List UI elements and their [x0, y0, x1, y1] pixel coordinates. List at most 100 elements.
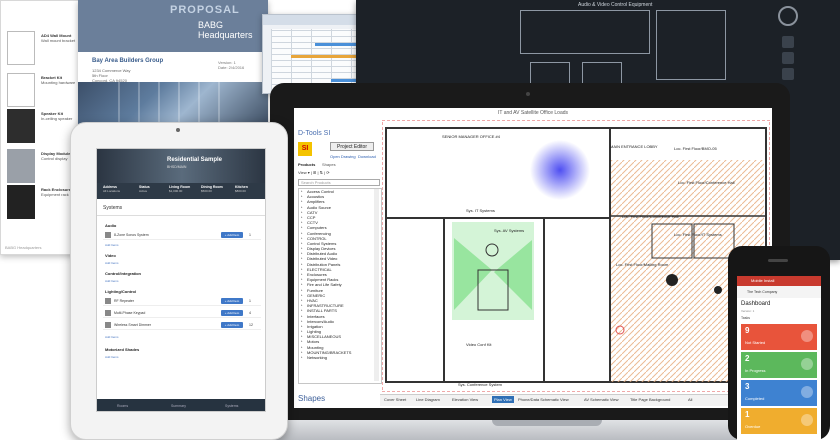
label-first-floor-mailing: Loc. First Floor/Mailing Room	[616, 262, 669, 267]
tab-cover-sheet[interactable]: Cover Sheet	[384, 397, 406, 402]
product-icon	[105, 298, 111, 304]
stat-kitchen: Kitchen $800.00	[235, 185, 248, 193]
section-video[interactable]: Video	[105, 253, 116, 258]
system-row[interactable]: Wireless Smart Dimmer + Add Item 12	[103, 321, 261, 330]
floor-plan-drawing	[382, 120, 770, 392]
add-items-link[interactable]: Add Items	[105, 335, 119, 339]
tab-elevation-view[interactable]: Elevation View	[452, 397, 478, 402]
sheet-tabs-bar[interactable]: Cover Sheet Line Diagram Elevation View …	[380, 394, 772, 406]
tile-overdue[interactable]: 1 Overdue	[741, 408, 817, 434]
tab-systems[interactable]: Systems	[225, 404, 238, 408]
tab-title-page[interactable]: Title Page Background	[630, 397, 670, 402]
floor-plan-canvas[interactable]: SENIOR MANAGER OFFICE #4 Sys. IT Systems…	[382, 120, 770, 392]
proposal-project: BABG Headquarters	[198, 20, 253, 40]
proposal-version: Version: 1 Date: 2/4/2016	[218, 60, 245, 70]
section-shades[interactable]: Motorized Shades	[105, 347, 139, 352]
open-drawing-link[interactable]: Open Drawing	[330, 154, 356, 159]
phone-screen: Mobile Install The Tech Company Dashboar…	[737, 276, 821, 440]
products-tree[interactable]: Access ControlAcousticsAmplifiersAudio S…	[298, 188, 382, 384]
catalog-row: Bracket Kit Mounting hardware	[7, 73, 83, 111]
label-entrance: MAIN ENTRANCE LOBBY	[610, 144, 658, 149]
tab-shapes[interactable]: Shapes	[322, 162, 336, 167]
pan-icon[interactable]	[782, 52, 794, 64]
systems-heading: Systems	[103, 205, 123, 211]
tab-summary[interactable]: Summary	[171, 404, 186, 408]
label-first-floor-2: Loc. First Floor/Conference Hall	[622, 214, 679, 219]
products-scrollbar[interactable]	[374, 189, 379, 381]
tab-all[interactable]: All	[688, 397, 692, 402]
proposal-address: 1234 Commerce Way 5th Floor Concord, CA 94…	[92, 68, 131, 83]
catalog-row-desc: Equipment rack	[41, 192, 69, 197]
section-audio[interactable]: Audio	[105, 223, 116, 228]
add-item-button[interactable]: + Add Item	[221, 232, 243, 238]
proposal-document: PROPOSAL BABG Headquarters Bay Area Buil…	[78, 0, 268, 140]
tile-not-started[interactable]: 9 Not Started	[741, 324, 817, 350]
search-products-input[interactable]: Search Products	[298, 179, 380, 186]
phone-speaker	[768, 259, 788, 262]
si-logo: SI	[298, 142, 312, 156]
catalog-row: AD4 Wall Mount Wall mount bracket	[7, 31, 83, 69]
tab-phone-data-schematic[interactable]: Phone/Data Schematic View	[518, 397, 569, 402]
system-row[interactable]: Multi-Phase Keypad + Add Item 4	[103, 309, 261, 318]
tab-products[interactable]: Products	[298, 162, 315, 167]
add-items-link[interactable]: Add Items	[105, 261, 119, 265]
dashboard-title: Dashboard	[741, 301, 771, 307]
tab-plan-view[interactable]: Plan View	[492, 396, 514, 403]
catalog-row-desc: Control display	[41, 156, 68, 161]
add-items-link[interactable]: Add Items	[105, 243, 119, 247]
download-link[interactable]: Download	[358, 154, 376, 159]
add-item-button[interactable]: + Add Item	[221, 298, 243, 304]
add-item-button[interactable]: + Add Item	[221, 310, 243, 316]
zoom-icon[interactable]	[782, 36, 794, 48]
project-title: Residential Sample	[167, 157, 223, 163]
proposal-client: Bay Area Builders Group	[92, 58, 164, 64]
label-av-systems: Sys. AV Systems	[494, 228, 525, 233]
label-sales: SENIOR MANAGER OFFICE #4	[442, 134, 501, 139]
tab-rooms[interactable]: Rooms	[117, 404, 128, 408]
view-navigation-wheel[interactable]	[778, 6, 798, 26]
orbit-icon[interactable]	[782, 68, 794, 80]
label-first-floor-it: Loc. First Floor/IT Systems	[674, 232, 722, 237]
tab-av-schematic[interactable]: AV Schematic View	[584, 397, 619, 402]
tile-completed[interactable]: 3 Completed	[741, 380, 817, 406]
tablet-screen: Residential Sample BHSD/MAIN Address All …	[96, 148, 266, 412]
stat-living-room: Living Room $1,000.00	[169, 185, 191, 193]
laptop-notch	[492, 420, 602, 426]
catalog-footer: BABG Headquarters	[5, 245, 42, 250]
laptop-screen: IT and AV Satellite Office Loads D-Tools…	[294, 108, 772, 408]
company-name[interactable]: The Tech Company	[737, 286, 821, 298]
project-editor-button[interactable]: Project Editor	[330, 142, 374, 151]
app-name: D-Tools SI	[298, 130, 331, 137]
tablet-footer-nav: Rooms Summary Systems	[97, 399, 265, 411]
label-first-floor: Loc. First Floor/BMO-05	[674, 146, 717, 151]
project-subtitle: BHSD/MAIN	[167, 165, 187, 169]
tasks-label: Tasks	[741, 316, 750, 320]
stat-dining-room: Dining Room $500.00	[201, 185, 223, 193]
label-it-systems: Sys. IT Systems	[466, 208, 495, 213]
schematic-title: Audio & Video Control Equipment	[578, 2, 653, 8]
tile-icon	[801, 414, 813, 426]
tile-in-progress[interactable]: 2 In Progress	[741, 352, 817, 378]
window-title: IT and AV Satellite Office Loads	[294, 108, 772, 118]
tab-line-diagram[interactable]: Line Diagram	[416, 397, 440, 402]
system-row[interactable]: 8-Zone Sonos System + Add Item 1	[103, 231, 261, 240]
section-lighting[interactable]: Lighting/Control	[105, 289, 136, 294]
tile-icon	[801, 330, 813, 342]
add-items-link[interactable]: Add Items	[105, 279, 119, 283]
divider	[97, 215, 265, 216]
product-tree-toolbar[interactable]: View ▾ | ⊞ | ⇅ | ⟳	[298, 170, 380, 178]
add-items-link[interactable]: Add Items	[105, 355, 119, 359]
project-stats-bar: Address All Locations Status Active Living…	[97, 183, 265, 199]
product-icon	[105, 322, 111, 328]
schematic-block	[656, 10, 726, 80]
section-control[interactable]: Control/Integration	[105, 271, 141, 276]
shapes-panel-label[interactable]: Shapes	[298, 394, 325, 403]
tablet-camera	[176, 128, 180, 132]
system-row[interactable]: RF Repeater + Add Item 1	[103, 297, 261, 306]
add-item-button[interactable]: + Add Item	[221, 322, 243, 328]
label-video-conf: Video Conf Kit	[466, 342, 492, 347]
label-sys-conf: Sys. Conference System	[458, 382, 503, 387]
proposal-header: PROPOSAL BABG Headquarters	[78, 0, 268, 52]
version-label: Version: 1	[741, 309, 755, 313]
product-category[interactable]: Networking	[299, 355, 381, 360]
